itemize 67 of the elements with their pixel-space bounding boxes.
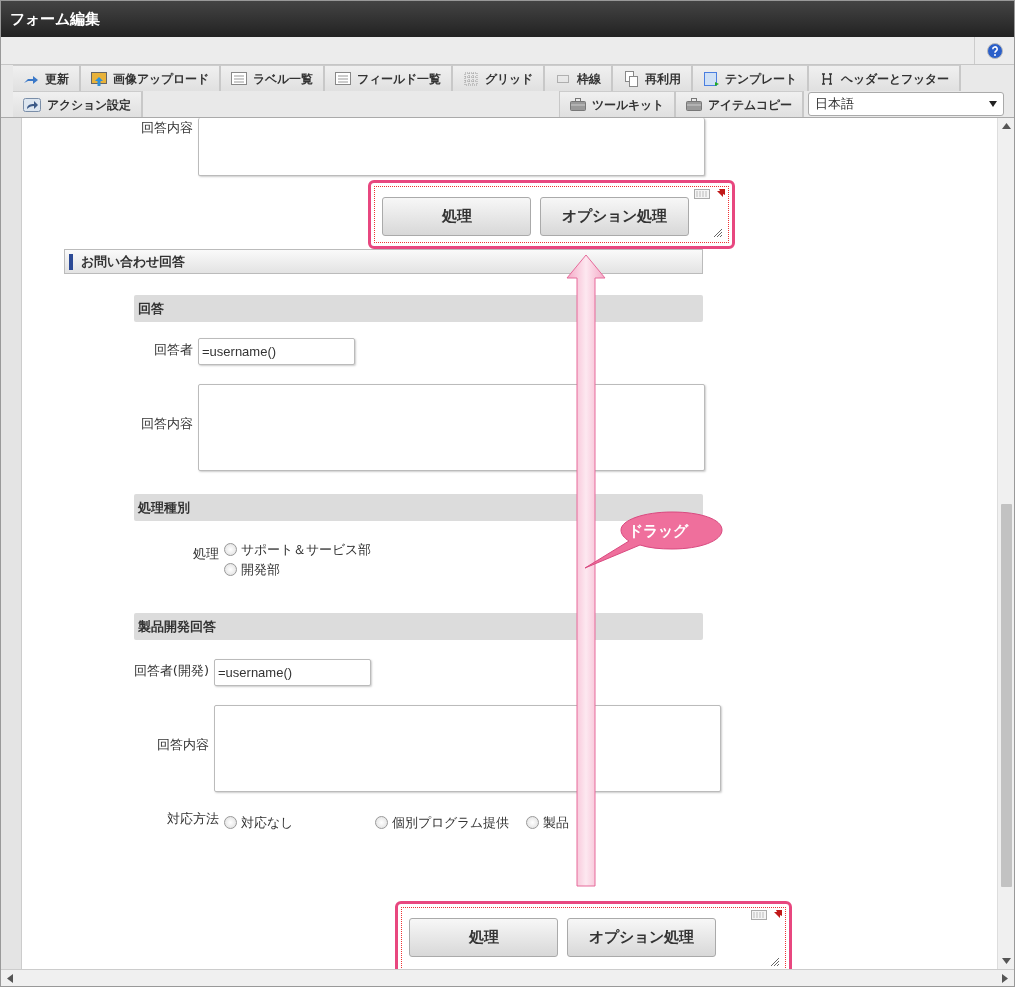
form-button[interactable]: オプション処理 xyxy=(567,917,716,957)
grid-icon xyxy=(463,70,479,87)
text-input[interactable]: =username() xyxy=(214,659,371,686)
toolbar-tab[interactable]: テンプレート xyxy=(693,65,809,91)
field-label: 回答者 xyxy=(153,341,194,359)
table-icon xyxy=(751,909,767,920)
image-upload-icon xyxy=(91,70,107,87)
section-header: お問い合わせ回答 xyxy=(64,249,703,274)
window-title: フォーム編集 xyxy=(10,8,100,30)
toolbar-tab[interactable]: ツールキット xyxy=(560,91,676,117)
subsection-header: 回答 xyxy=(134,295,703,322)
field-label: 回答内容 xyxy=(156,735,210,754)
toolbox-icon xyxy=(686,97,702,112)
scroll-down-icon[interactable] xyxy=(1001,958,1011,964)
toolbar-tab[interactable]: ラベル一覧 xyxy=(221,65,325,91)
radio-label: 開発部 xyxy=(241,560,280,579)
radio-button[interactable] xyxy=(224,816,237,830)
help-icon[interactable] xyxy=(986,42,1003,59)
header-letter-icon xyxy=(819,70,835,87)
scrollbar-thumb[interactable] xyxy=(1000,504,1012,887)
toolbar-tab[interactable]: グリッド xyxy=(453,65,545,91)
table-icon xyxy=(694,189,710,199)
toolbar-tab[interactable]: 再利用 xyxy=(613,65,693,91)
toolbar-tab[interactable]: 枠線 xyxy=(545,65,613,91)
scroll-right-icon[interactable] xyxy=(1002,973,1008,983)
form-button[interactable]: 処理 xyxy=(409,917,558,957)
subsection-header: 処理種別 xyxy=(134,494,703,521)
resize-grip-icon xyxy=(714,229,722,237)
resize-grip-icon xyxy=(771,957,779,966)
toolbar-tab[interactable]: アイテムコピー xyxy=(676,91,804,117)
list-icon xyxy=(335,70,351,87)
dropdown-caret-icon xyxy=(989,101,997,107)
form-button[interactable]: オプション処理 xyxy=(540,197,689,236)
copy-pages-icon xyxy=(623,70,639,87)
text-input[interactable]: =username() xyxy=(198,338,355,365)
toolbox-icon xyxy=(570,97,586,112)
toolbar-tab[interactable]: 画像アップロード xyxy=(81,65,221,91)
radio-button[interactable] xyxy=(526,816,539,830)
text-area[interactable] xyxy=(198,118,705,176)
field-label: 対応方法 xyxy=(166,810,220,828)
scroll-up-icon[interactable] xyxy=(1001,123,1011,129)
radio-button[interactable] xyxy=(224,543,237,557)
radio-label: サポート＆サービス部 xyxy=(241,541,371,559)
close-icon xyxy=(716,188,726,198)
close-icon xyxy=(773,908,783,919)
template-icon xyxy=(703,70,719,87)
radio-label: 個別プログラム提供 xyxy=(392,814,509,832)
radio-label: 製品 xyxy=(543,814,569,832)
language-select[interactable]: 日本語 xyxy=(808,92,1004,116)
scroll-left-icon[interactable] xyxy=(7,973,13,983)
field-label: 回答者(開発) xyxy=(132,662,210,680)
text-area[interactable] xyxy=(214,705,721,792)
radio-button[interactable] xyxy=(375,816,388,830)
toolbar-tab[interactable]: 更新 xyxy=(13,65,81,91)
subsection-header: 製品開発回答 xyxy=(134,613,703,640)
callout-text: ドラッグ xyxy=(628,521,688,542)
toolbar-tab[interactable]: ヘッダーとフッター xyxy=(809,65,961,91)
text-area[interactable] xyxy=(198,384,705,471)
list-icon xyxy=(231,70,247,87)
radio-label: 対応なし xyxy=(241,814,293,832)
radio-button[interactable] xyxy=(224,562,237,576)
toolbar-tab[interactable]: フィールド一覧 xyxy=(325,65,453,91)
toolbar-tab[interactable]: アクション設定 xyxy=(13,91,143,117)
field-label: 回答内容 xyxy=(140,414,194,433)
form-button[interactable]: 処理 xyxy=(382,197,531,236)
field-label: 回答内容 xyxy=(140,119,194,137)
field-label: 処理 xyxy=(192,545,220,563)
